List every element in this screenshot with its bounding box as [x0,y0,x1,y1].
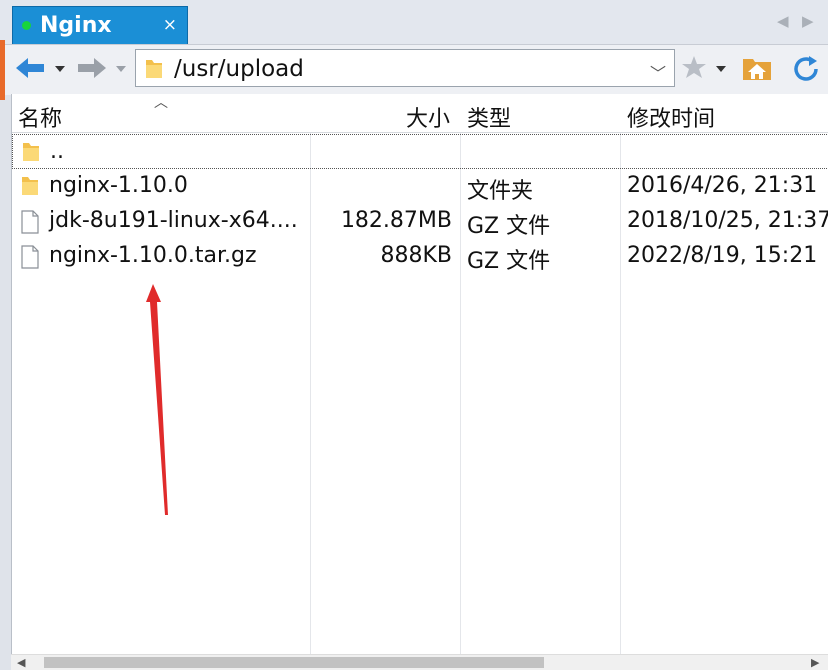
address-bar[interactable]: /usr/upload ﹀ [135,49,675,87]
connected-status-icon [22,21,31,30]
file-type: GZ 文件 [467,249,551,274]
file-row[interactable]: jdk-8u191-linux-x64.... 182.87MB GZ 文件 2… [12,204,828,239]
column-header: ︿ 名称 大小 类型 修改时间 [12,94,828,133]
folder-icon [22,177,38,195]
file-row-parent[interactable]: .. [12,134,828,169]
folder-icon [146,60,162,78]
tab-scroll-right-icon[interactable]: ▶ [802,12,814,30]
tab-title: Nginx [40,13,112,38]
forward-history-dropdown-icon[interactable] [116,66,126,72]
tab-close-icon[interactable]: × [163,15,177,35]
file-name: nginx-1.10.0.tar.gz [49,243,257,268]
file-name: nginx-1.10.0 [49,173,188,198]
column-header-modified[interactable]: 修改时间 [627,101,715,133]
column-header-name[interactable]: 名称 [18,101,62,133]
scroll-left-icon[interactable]: ◀ [17,656,25,669]
forward-arrow-icon[interactable] [77,57,107,79]
file-modified: 2016/4/26, 21:31 [627,173,818,198]
bookmark-dropdown-icon[interactable] [716,66,726,72]
horizontal-scrollbar[interactable]: ◀ ▶ [11,654,828,670]
file-list: ︿ 名称 大小 类型 修改时间 .. nginx-1.10.0 文件夹 2016… [11,94,828,654]
tab-strip: Nginx × ◀ ▶ [0,0,828,44]
bookmark-star-icon[interactable] [681,55,707,79]
back-history-dropdown-icon[interactable] [55,66,65,72]
scroll-right-icon[interactable]: ▶ [811,656,819,669]
address-dropdown-icon[interactable]: ﹀ [650,60,666,84]
file-size: 888KB [380,243,452,268]
file-icon [21,245,39,269]
tab-scroll-left-icon[interactable]: ◀ [777,12,789,30]
toolbar: /usr/upload ﹀ [5,44,828,95]
refresh-icon[interactable] [791,55,821,83]
file-modified: 2018/10/25, 21:37 [627,208,828,233]
file-row[interactable]: nginx-1.10.0 文件夹 2016/4/26, 21:31 [12,169,828,204]
folder-icon [23,143,39,161]
file-name: .. [50,139,64,164]
session-tab[interactable]: Nginx × [12,6,188,44]
back-arrow-icon[interactable] [15,57,45,79]
file-size: 182.87MB [340,208,452,233]
column-header-size[interactable]: 大小 [406,101,450,133]
home-folder-icon[interactable] [742,55,772,81]
file-row[interactable]: nginx-1.10.0.tar.gz 888KB GZ 文件 2022/8/1… [12,239,828,274]
column-header-type[interactable]: 类型 [467,101,511,133]
file-type: 文件夹 [467,179,534,204]
file-type: GZ 文件 [467,214,551,239]
address-path: /usr/upload [174,56,304,82]
file-modified: 2022/8/19, 15:21 [627,243,818,268]
file-name: jdk-8u191-linux-x64.... [49,208,298,233]
file-icon [21,210,39,234]
scrollbar-thumb[interactable] [44,657,544,668]
sort-ascending-icon: ︿ [154,95,168,111]
